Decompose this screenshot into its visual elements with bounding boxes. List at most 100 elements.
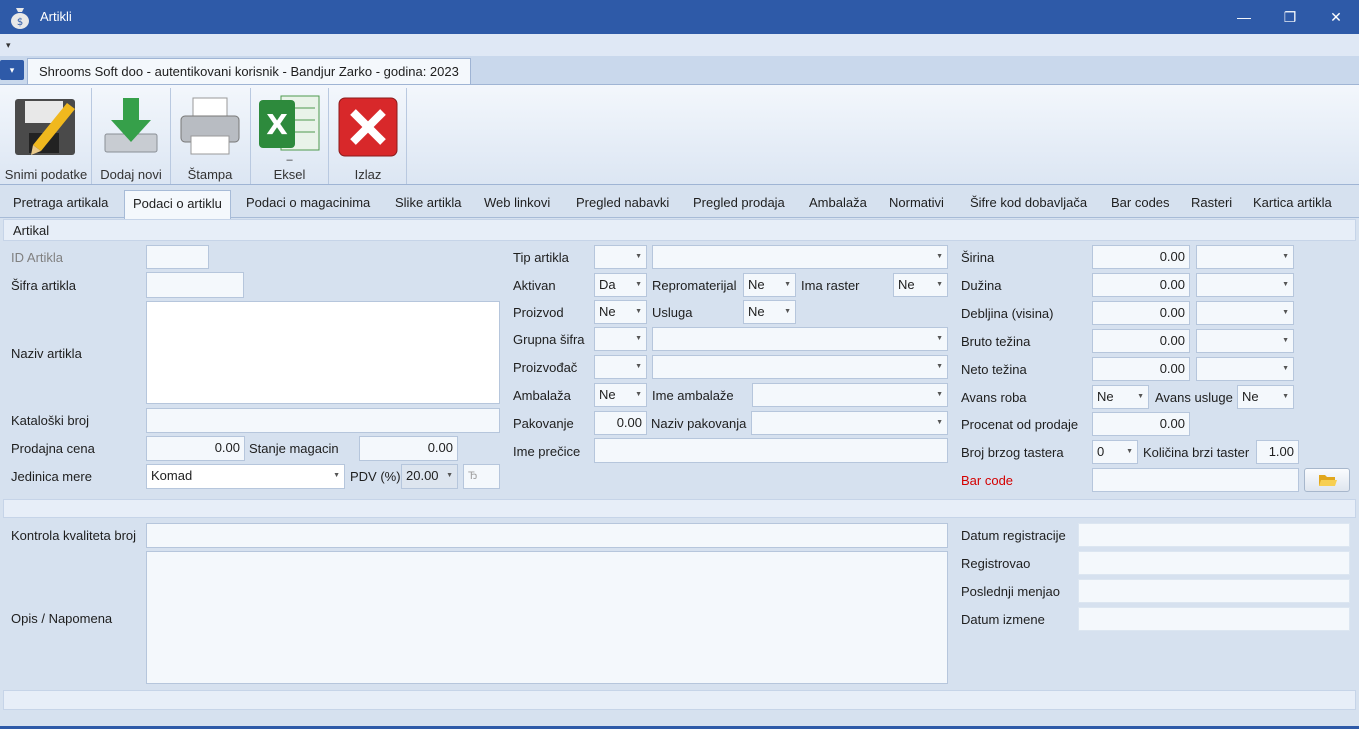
debljina-unit-select[interactable]: ▼ xyxy=(1196,301,1294,325)
duzina-unit-select[interactable]: ▼ xyxy=(1196,273,1294,297)
proizvodjac-name-select[interactable]: ▼ xyxy=(652,355,948,379)
duzina-field[interactable]: 0.00 xyxy=(1092,273,1190,297)
sifra-artikla-field[interactable] xyxy=(146,272,244,298)
tab-rasteri[interactable]: Rasteri xyxy=(1183,190,1240,218)
proizvodjac-label: Proizvođač xyxy=(513,360,578,375)
maximize-button[interactable]: ❐ xyxy=(1267,0,1313,34)
tip-artikla-name-select[interactable]: ▼ xyxy=(652,245,948,269)
tab-kartica-artikla[interactable]: Kartica artikla xyxy=(1245,190,1340,218)
aktivan-select[interactable]: Da ▼ xyxy=(594,273,647,297)
stanje-magacin-field[interactable]: 0.00 xyxy=(359,436,458,461)
debljina-label: Debljina (visina) xyxy=(961,306,1054,321)
ambalaza-label: Ambalaža xyxy=(513,388,571,403)
broj-brzog-tastera-select[interactable]: 0 ▼ xyxy=(1092,440,1138,464)
ime-ambalaze-select[interactable]: ▼ xyxy=(752,383,948,407)
tab-bar-codes[interactable]: Bar codes xyxy=(1103,190,1178,218)
registrovao-field xyxy=(1078,551,1350,575)
tab-sifre-kod-dobavljaca[interactable]: Šifre kod dobavljača xyxy=(962,190,1095,218)
excel-button-label: Eksel xyxy=(273,167,306,182)
avans-usluge-select[interactable]: Ne ▼ xyxy=(1237,385,1294,409)
pdv-select[interactable]: 20.00 ▼ xyxy=(401,464,458,489)
tab-ambalaza[interactable]: Ambalaža xyxy=(801,190,875,218)
chevron-down-icon: ▼ xyxy=(1282,309,1289,316)
poslednji-menjao-field xyxy=(1078,579,1350,603)
ribbon-separator xyxy=(250,88,251,184)
chevron-down-icon: ▼ xyxy=(936,391,943,398)
procenat-label: Procenat od prodaje xyxy=(961,417,1079,432)
pakovanje-field[interactable]: 0.00 xyxy=(594,411,647,435)
kontrola-kvaliteta-label: Kontrola kvaliteta broj xyxy=(11,528,137,543)
jedinica-mere-select[interactable]: Komad ▼ xyxy=(146,464,345,489)
kontrola-kvaliteta-field[interactable] xyxy=(146,523,948,548)
chevron-down-icon: ▼ xyxy=(1282,337,1289,344)
tab-pretraga-artikala[interactable]: Pretraga artikala xyxy=(5,190,116,218)
usluga-select[interactable]: Ne ▼ xyxy=(743,300,796,324)
ribbon-separator xyxy=(170,88,171,184)
bruto-tezina-unit-select[interactable]: ▼ xyxy=(1196,329,1294,353)
chevron-down-icon: ▼ xyxy=(936,363,943,370)
footer-bar xyxy=(3,690,1356,710)
quick-access-dropdown-icon[interactable]: ▾ xyxy=(6,39,18,51)
printer-icon xyxy=(180,97,240,155)
bar-code-field[interactable] xyxy=(1092,468,1299,492)
tab-pregled-nabavki[interactable]: Pregled nabavki xyxy=(568,190,677,218)
proizvodjac-select[interactable]: ▼ xyxy=(594,355,647,379)
tab-normativi[interactable]: Normativi xyxy=(881,190,952,218)
grupna-sifra-name-select[interactable]: ▼ xyxy=(652,327,948,351)
excel-button[interactable]: X – Eksel xyxy=(252,88,327,184)
avans-roba-value: Ne xyxy=(1097,389,1114,404)
open-folder-button[interactable] xyxy=(1304,468,1350,492)
usluga-value: Ne xyxy=(748,304,765,319)
katalog-broj-field[interactable] xyxy=(146,408,500,433)
proizvod-select[interactable]: Ne ▼ xyxy=(594,300,647,324)
proizvod-label: Proizvod xyxy=(513,305,564,320)
minimize-button[interactable]: — xyxy=(1221,0,1267,34)
neto-tezina-field[interactable]: 0.00 xyxy=(1092,357,1190,381)
quick-access-toolbar: ▾ xyxy=(0,34,1359,56)
ima-raster-select[interactable]: Ne ▼ xyxy=(893,273,948,297)
datum-registracije-label: Datum registracije xyxy=(961,528,1066,543)
opis-napomena-field[interactable] xyxy=(146,551,948,684)
sirina-unit-select[interactable]: ▼ xyxy=(1196,245,1294,269)
print-button[interactable]: Štampa xyxy=(172,88,248,184)
datum-izmene-field xyxy=(1078,607,1350,631)
tab-podaci-o-magacinima[interactable]: Podaci o magacinima xyxy=(238,190,378,218)
tab-pregled-prodaja[interactable]: Pregled prodaja xyxy=(685,190,793,218)
debljina-field[interactable]: 0.00 xyxy=(1092,301,1190,325)
naziv-pakovanja-select[interactable]: ▼ xyxy=(751,411,948,435)
exit-button[interactable]: Izlaz xyxy=(330,88,406,184)
chevron-down-icon: ▼ xyxy=(446,472,453,479)
add-new-button-label: Dodaj novi xyxy=(100,167,162,182)
bruto-tezina-field[interactable]: 0.00 xyxy=(1092,329,1190,353)
close-button[interactable]: ✕ xyxy=(1313,0,1359,34)
datum-izmene-label: Datum izmene xyxy=(961,612,1045,627)
chevron-down-icon: ▼ xyxy=(784,281,791,288)
kolicina-brzi-taster-field[interactable]: 1.00 xyxy=(1256,440,1299,464)
avans-roba-select[interactable]: Ne ▼ xyxy=(1092,385,1149,409)
prodajna-cena-field[interactable]: 0.00 xyxy=(146,436,245,461)
add-new-button[interactable]: Dodaj novi xyxy=(93,88,169,184)
id-artikla-field xyxy=(146,245,209,269)
tab-slike-artikla[interactable]: Slike artikla xyxy=(387,190,469,218)
procenat-field[interactable]: 0.00 xyxy=(1092,412,1190,436)
tab-web-linkovi[interactable]: Web linkovi xyxy=(476,190,558,218)
proizvod-value: Ne xyxy=(599,304,616,319)
ambalaza-select[interactable]: Ne ▼ xyxy=(594,383,647,407)
save-button[interactable]: Snimi podatke xyxy=(2,88,90,184)
section-header: Artikal xyxy=(3,219,1356,241)
folder-open-icon xyxy=(1319,475,1337,486)
neto-tezina-unit-select[interactable]: ▼ xyxy=(1196,357,1294,381)
naziv-artikla-field[interactable] xyxy=(146,301,500,404)
chevron-down-icon: ▼ xyxy=(1137,393,1144,400)
registrovao-label: Registrovao xyxy=(961,556,1031,571)
tip-artikla-select[interactable]: ▼ xyxy=(594,245,647,269)
duzina-label: Dužina xyxy=(961,278,1002,293)
ribbon-context-tab[interactable]: Shrooms Soft doo - autentikovani korisni… xyxy=(27,58,471,85)
app-menu-button[interactable]: ▾ xyxy=(0,60,24,80)
pdv-label: PDV (%) xyxy=(350,469,401,484)
grupna-sifra-select[interactable]: ▼ xyxy=(594,327,647,351)
ime-precice-field[interactable] xyxy=(594,438,948,463)
sirina-field[interactable]: 0.00 xyxy=(1092,245,1190,269)
repromaterijal-select[interactable]: Ne ▼ xyxy=(743,273,796,297)
tab-podaci-o-artiklu[interactable]: Podaci o artiklu xyxy=(124,190,231,219)
